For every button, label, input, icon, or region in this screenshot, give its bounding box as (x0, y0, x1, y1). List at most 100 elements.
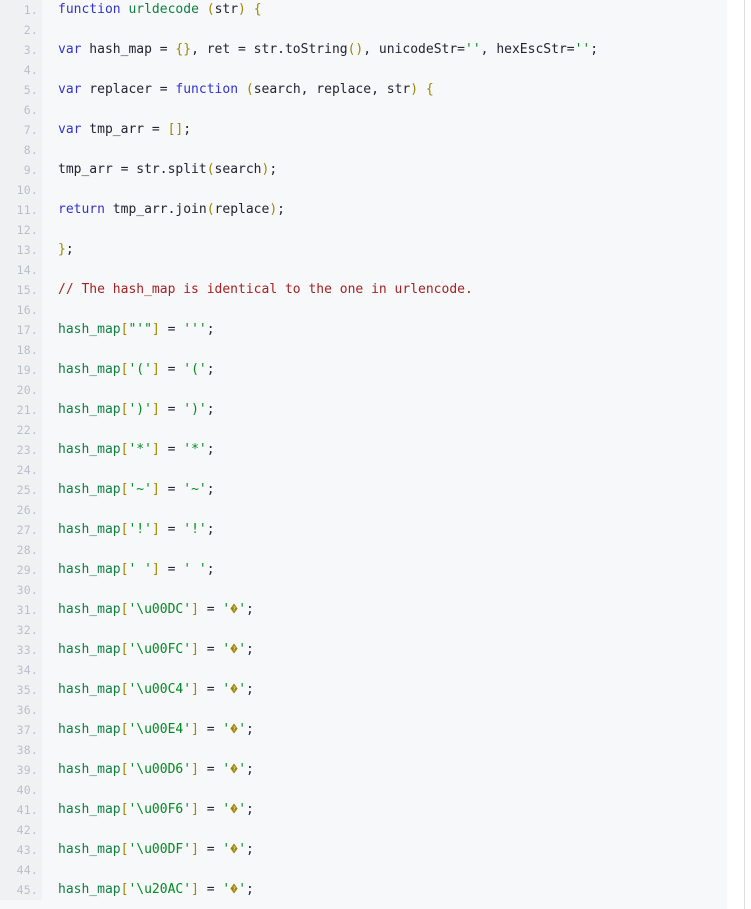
code-line-content[interactable]: return tmp_arr.join(replace); (42, 200, 727, 220)
code-token-pl: = (159, 402, 184, 417)
code-line-row[interactable]: 7. var tmp_arr = []; (0, 120, 727, 140)
code-token-kw: function (175, 82, 239, 97)
code-line-content[interactable] (42, 540, 727, 560)
code-line-content[interactable]: hash_map['\u00F6'] = '? '; (42, 800, 727, 820)
code-line-row[interactable]: 35. hash_map['\u00C4'] = '? '; (0, 680, 727, 700)
code-line-row[interactable]: 10. (0, 180, 727, 200)
code-line-content[interactable] (42, 20, 727, 40)
code-line-row[interactable]: 45. hash_map['\u20AC'] = '? '; (0, 880, 727, 900)
code-token-str: ' (238, 722, 247, 737)
code-line-row[interactable]: 9. tmp_arr = str.split(search); (0, 160, 727, 180)
code-line-content[interactable]: hash_map['*'] = '*'; (42, 440, 727, 460)
code-line-content[interactable] (42, 220, 727, 240)
code-line-content[interactable] (42, 700, 727, 720)
code-line-row[interactable]: 38. (0, 740, 727, 760)
svg-text:?: ? (232, 805, 236, 813)
code-line-row[interactable]: 4. (0, 60, 727, 80)
code-line-row[interactable]: 2. (0, 20, 727, 40)
code-scroll-area[interactable]: 1. function urldecode (str) {2. 3. var has… (0, 0, 727, 909)
code-line-content[interactable]: // The hash_map is identical to the one … (42, 280, 727, 300)
code-line-row[interactable]: 34. (0, 660, 727, 680)
code-line-row[interactable]: 3. var hash_map = {}, ret = str.toString(… (0, 40, 727, 60)
code-line-content[interactable]: var replacer = function (search, replace… (42, 80, 727, 100)
code-line-row[interactable]: 24. (0, 460, 727, 480)
code-line-row[interactable]: 36. (0, 700, 727, 720)
code-line-content[interactable]: var hash_map = {}, ret = str.toString(),… (42, 40, 727, 60)
code-token-pl: = (198, 802, 223, 817)
code-line-content[interactable]: function urldecode (str) { (42, 0, 727, 20)
code-line-content[interactable]: tmp_arr = str.split(search); (42, 160, 727, 180)
code-line-content[interactable]: hash_map['\u00C4'] = '? '; (42, 680, 727, 700)
vertical-scrollbar[interactable] (744, 0, 751, 909)
code-line-content[interactable]: hash_map["'"] = '''; (42, 320, 727, 340)
code-line-content[interactable]: hash_map[' '] = ' '; (42, 560, 727, 580)
code-line-row[interactable]: 6. (0, 100, 727, 120)
code-line-row[interactable]: 44. (0, 860, 727, 880)
code-line-row[interactable]: 29. hash_map[' '] = ' '; (0, 560, 727, 580)
code-line-content[interactable]: hash_map['~'] = '~'; (42, 480, 727, 500)
code-line-row[interactable]: 13.}; (0, 240, 727, 260)
code-line-content[interactable] (42, 500, 727, 520)
code-line-content[interactable] (42, 60, 727, 80)
code-line-content[interactable] (42, 380, 727, 400)
code-line-content[interactable] (42, 580, 727, 600)
line-number: 12. (0, 220, 42, 240)
code-line-content[interactable] (42, 740, 727, 760)
code-line-content[interactable] (42, 780, 727, 800)
code-line-content[interactable] (42, 260, 727, 280)
code-line-row[interactable]: 19. hash_map['('] = '('; (0, 360, 727, 380)
code-line-row[interactable]: 32. (0, 620, 727, 640)
code-line-row[interactable]: 27. hash_map['!'] = '!'; (0, 520, 727, 540)
code-line-row[interactable]: 16. (0, 300, 727, 320)
code-line-row[interactable]: 28. (0, 540, 727, 560)
code-line-content[interactable] (42, 140, 727, 160)
code-line-content[interactable] (42, 660, 727, 680)
code-line-content[interactable]: hash_map['\u00E4'] = '? '; (42, 720, 727, 740)
code-line-content[interactable] (42, 860, 727, 880)
code-line-row[interactable]: 15. // The hash_map is identical to the o… (0, 280, 727, 300)
code-line-content[interactable]: hash_map[')'] = ')'; (42, 400, 727, 420)
code-line-row[interactable]: 5. var replacer = function (search, repla… (0, 80, 727, 100)
code-line-row[interactable]: 43. hash_map['\u00DF'] = '? '; (0, 840, 727, 860)
code-line-content[interactable]: var tmp_arr = []; (42, 120, 727, 140)
code-line-row[interactable]: 8. (0, 140, 727, 160)
code-line-content[interactable]: hash_map['!'] = '!'; (42, 520, 727, 540)
code-line-content[interactable] (42, 820, 727, 840)
code-token-kw: function (58, 2, 121, 17)
line-number: 16. (0, 300, 42, 320)
code-line-row[interactable]: 14. (0, 260, 727, 280)
code-line-content[interactable] (42, 460, 727, 480)
code-line-row[interactable]: 39. hash_map['\u00D6'] = '? '; (0, 760, 727, 780)
code-line-row[interactable]: 1. function urldecode (str) { (0, 0, 727, 20)
code-line-row[interactable]: 37. hash_map['\u00E4'] = '? '; (0, 720, 727, 740)
code-line-content[interactable]: hash_map['\u00FC'] = '? '; (42, 640, 727, 660)
code-line-row[interactable]: 26. (0, 500, 727, 520)
code-line-row[interactable]: 22. (0, 420, 727, 440)
code-line-content[interactable] (42, 180, 727, 200)
code-line-row[interactable]: 41. hash_map['\u00F6'] = '? '; (0, 800, 727, 820)
code-line-content[interactable]: }; (42, 240, 727, 260)
code-line-row[interactable]: 33. hash_map['\u00FC'] = '? '; (0, 640, 727, 660)
code-line-content[interactable] (42, 300, 727, 320)
code-line-row[interactable]: 12. (0, 220, 727, 240)
code-line-content[interactable]: hash_map['\u20AC'] = '? '; (42, 880, 727, 900)
code-line-content[interactable]: hash_map['\u00D6'] = '? '; (42, 760, 727, 780)
code-line-row[interactable]: 40. (0, 780, 727, 800)
code-line-content[interactable]: hash_map['\u00DC'] = '? '; (42, 600, 727, 620)
code-line-row[interactable]: 18. (0, 340, 727, 360)
code-line-row[interactable]: 11. return tmp_arr.join(replace); (0, 200, 727, 220)
code-line-content[interactable]: hash_map['('] = '('; (42, 360, 727, 380)
code-line-content[interactable] (42, 340, 727, 360)
code-line-row[interactable]: 23. hash_map['*'] = '*'; (0, 440, 727, 460)
code-line-row[interactable]: 21. hash_map[')'] = ')'; (0, 400, 727, 420)
code-line-content[interactable]: hash_map['\u00DF'] = '? '; (42, 840, 727, 860)
code-line-row[interactable]: 30. (0, 580, 727, 600)
code-line-row[interactable]: 17. hash_map["'"] = '''; (0, 320, 727, 340)
code-line-content[interactable] (42, 100, 727, 120)
code-line-row[interactable]: 20. (0, 380, 727, 400)
code-line-row[interactable]: 25. hash_map['~'] = '~'; (0, 480, 727, 500)
code-line-content[interactable] (42, 420, 727, 440)
code-line-row[interactable]: 42. (0, 820, 727, 840)
code-line-content[interactable] (42, 620, 727, 640)
code-line-row[interactable]: 31. hash_map['\u00DC'] = '? '; (0, 600, 727, 620)
